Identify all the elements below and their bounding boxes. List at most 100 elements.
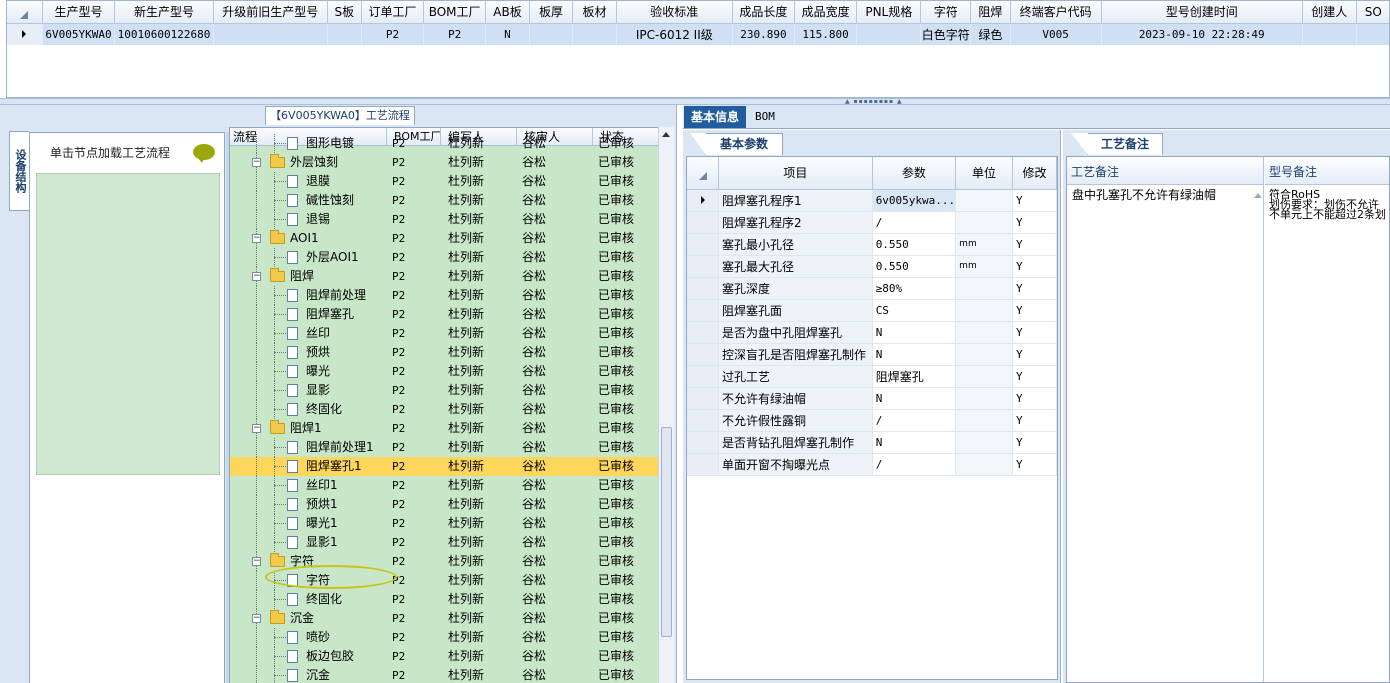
tree-row[interactable]: 终固化 P2 杜列新 谷松 已审核	[230, 400, 658, 419]
splitter-grip[interactable]: ▲ ▪▪▪▪▪▪▪▪ ▲	[845, 99, 909, 105]
col-value[interactable]: 参数	[872, 157, 957, 190]
param-name-cell[interactable]: 塞孔最大孔径	[718, 255, 873, 278]
tree-row[interactable]: 阻焊塞孔 P2 杜列新 谷松 已审核	[230, 305, 658, 324]
param-name-cell[interactable]: 是否为盘中孔阻焊塞孔	[718, 321, 873, 344]
param-row[interactable]: 是否背钻孔阻焊塞孔制作 N Y	[687, 431, 1057, 454]
col-header[interactable]: 阻焊	[970, 1, 1011, 24]
param-edit-cell[interactable]: Y	[1012, 189, 1057, 212]
param-value-cell[interactable]: N	[872, 431, 957, 454]
tree-row[interactable]: 阻焊前处理1 P2 杜列新 谷松 已审核	[230, 438, 658, 457]
param-name-cell[interactable]: 塞孔深度	[718, 277, 873, 300]
param-value-cell[interactable]: /	[872, 211, 957, 234]
cell[interactable]: 10010600122680	[114, 23, 214, 45]
col-header[interactable]: 成品长度	[732, 1, 796, 24]
param-value-cell[interactable]: 0.550	[872, 255, 957, 278]
model-grid[interactable]: 生产型号 新生产型号 升级前旧生产型号 S板 订单工厂 BOM工厂 AB板 板厚 板材 验收标准成…	[6, 0, 1390, 98]
col-header[interactable]: 板材	[572, 1, 617, 24]
col-header[interactable]: 板厚	[529, 1, 574, 24]
collapse-icon[interactable]: −	[252, 424, 261, 433]
param-edit-cell[interactable]: Y	[1012, 211, 1057, 234]
model-remark-line[interactable]: 不单元上不能超过2条划	[1269, 209, 1386, 220]
tree-row[interactable]: 喷砂 P2 杜列新 谷松 已审核	[230, 628, 658, 647]
param-row[interactable]: 塞孔深度 ≥80% Y	[687, 277, 1057, 300]
collapse-icon[interactable]: −	[252, 272, 261, 281]
param-value-cell[interactable]: CS	[872, 299, 957, 322]
cell[interactable]: P2	[423, 23, 487, 45]
param-unit-cell[interactable]	[955, 343, 1013, 366]
tree-row[interactable]: 丝印1 P2 杜列新 谷松 已审核	[230, 476, 658, 495]
cell[interactable]: 6V005YKWA0	[42, 23, 116, 45]
param-unit-cell[interactable]	[955, 365, 1013, 388]
param-row[interactable]: 阻焊塞孔程序2/ Y	[687, 211, 1057, 234]
collapse-icon[interactable]: −	[252, 234, 261, 243]
param-row[interactable]: 过孔工艺 阻焊塞孔 Y	[687, 365, 1057, 388]
col-header[interactable]: 终端客户代码	[1010, 1, 1102, 24]
col-header[interactable]: S板	[327, 1, 362, 24]
param-edit-cell[interactable]: Y	[1012, 255, 1057, 278]
scroll-up-icon[interactable]	[662, 132, 670, 137]
tree-row[interactable]: 外层AOI1 P2 杜列新 谷松 已审核	[230, 248, 658, 267]
param-name-cell[interactable]: 不允许假性露铜	[718, 409, 873, 432]
tree-row[interactable]: 丝印 P2 杜列新 谷松 已审核	[230, 324, 658, 343]
param-unit-cell[interactable]	[955, 189, 1013, 212]
param-value-cell[interactable]: /	[872, 453, 957, 476]
param-unit-cell[interactable]	[955, 431, 1013, 454]
cell[interactable]	[856, 23, 922, 45]
param-row[interactable]: 阻焊塞孔面 CS Y	[687, 299, 1057, 322]
param-unit-cell[interactable]: mm	[955, 255, 1013, 278]
tab-basic-info[interactable]: 基本信息	[684, 106, 746, 128]
cell[interactable]	[1356, 23, 1389, 45]
tree-row[interactable]: 曝光1 P2 杜列新 谷松 已审核	[230, 514, 658, 533]
col-header[interactable]: 型号创建时间	[1101, 1, 1303, 24]
tree-row[interactable]: 曝光 P2 杜列新 谷松 已审核	[230, 362, 658, 381]
tree-row[interactable]: 沉金 P2 杜列新 谷松 已审核	[230, 666, 658, 683]
cell[interactable]: V005	[1010, 23, 1102, 45]
param-name-cell[interactable]: 单面开窗不掏曝光点	[718, 453, 873, 476]
tree-row[interactable]: 阻焊前处理 P2 杜列新 谷松 已审核	[230, 286, 658, 305]
cell[interactable]: P2	[361, 23, 425, 45]
param-edit-cell[interactable]: Y	[1012, 453, 1057, 476]
tree-row[interactable]: 图形电镀 P2 杜列新 谷松 已审核	[230, 134, 658, 153]
param-value-cell[interactable]: N	[872, 321, 957, 344]
param-edit-cell[interactable]: Y	[1012, 277, 1057, 300]
param-edit-cell[interactable]: Y	[1012, 343, 1057, 366]
param-name-cell[interactable]: 阻焊塞孔程序1	[718, 189, 873, 212]
param-unit-cell[interactable]	[955, 387, 1013, 410]
tree-row[interactable]: 显影1 P2 杜列新 谷松 已审核	[230, 533, 658, 552]
col-header[interactable]: 升级前旧生产型号	[213, 1, 328, 24]
collapse-icon[interactable]: −	[252, 158, 261, 167]
col-edit[interactable]: 修改	[1012, 157, 1057, 190]
col-header[interactable]: 创建人	[1302, 1, 1357, 24]
tab-equipment-structure[interactable]: 设备结构	[9, 131, 29, 211]
cell[interactable]	[327, 23, 362, 45]
param-unit-cell[interactable]	[955, 321, 1013, 344]
tree-row[interactable]: 终固化 P2 杜列新 谷松 已审核	[230, 590, 658, 609]
process-tree-grid[interactable]: 流程 BOM工厂 编写人 核审人 状态 图形电镀 P2 杜列新 谷松 已审核 − 外层蚀刻 P…	[229, 127, 659, 683]
param-row[interactable]: 塞孔最小孔径 0.550 mm Y	[687, 233, 1057, 256]
col-header[interactable]: AB板	[485, 1, 530, 24]
param-row[interactable]: 不允许假性露铜 / Y	[687, 409, 1057, 432]
col-header[interactable]: BOM工厂	[423, 1, 487, 24]
param-unit-cell[interactable]: mm	[955, 233, 1013, 256]
param-edit-cell[interactable]: Y	[1012, 321, 1057, 344]
param-name-cell[interactable]: 阻焊塞孔程序2	[718, 211, 873, 234]
cell[interactable]: 115.800	[794, 23, 858, 45]
col-header[interactable]: 字符	[920, 1, 972, 24]
tab-process-remarks[interactable]: 工艺备注	[1071, 133, 1163, 155]
params-grid[interactable]: 项目 参数 单位 修改 阻焊塞孔程序1 6v005ykwa... Y 阻焊塞孔程序2/…	[686, 156, 1058, 680]
param-value-cell[interactable]: N	[872, 387, 957, 410]
param-unit-cell[interactable]	[955, 453, 1013, 476]
col-header[interactable]: SO	[1356, 1, 1389, 24]
param-unit-cell[interactable]	[955, 299, 1013, 322]
tree-row[interactable]: − 外层蚀刻 P2 杜列新 谷松 已审核	[230, 153, 658, 172]
cell[interactable]: 绿色	[970, 23, 1011, 45]
cell[interactable]: 230.890	[732, 23, 796, 45]
col-header[interactable]: 成品宽度	[794, 1, 858, 24]
col-header[interactable]: 验收标准	[616, 1, 733, 24]
param-row[interactable]: 不允许有绿油帽 N Y	[687, 387, 1057, 410]
cell[interactable]: 白色字符	[920, 23, 972, 45]
param-unit-cell[interactable]	[955, 277, 1013, 300]
cell[interactable]	[213, 23, 328, 45]
col-header[interactable]: 生产型号	[42, 1, 116, 24]
col-header[interactable]: PNL规格	[856, 1, 922, 24]
